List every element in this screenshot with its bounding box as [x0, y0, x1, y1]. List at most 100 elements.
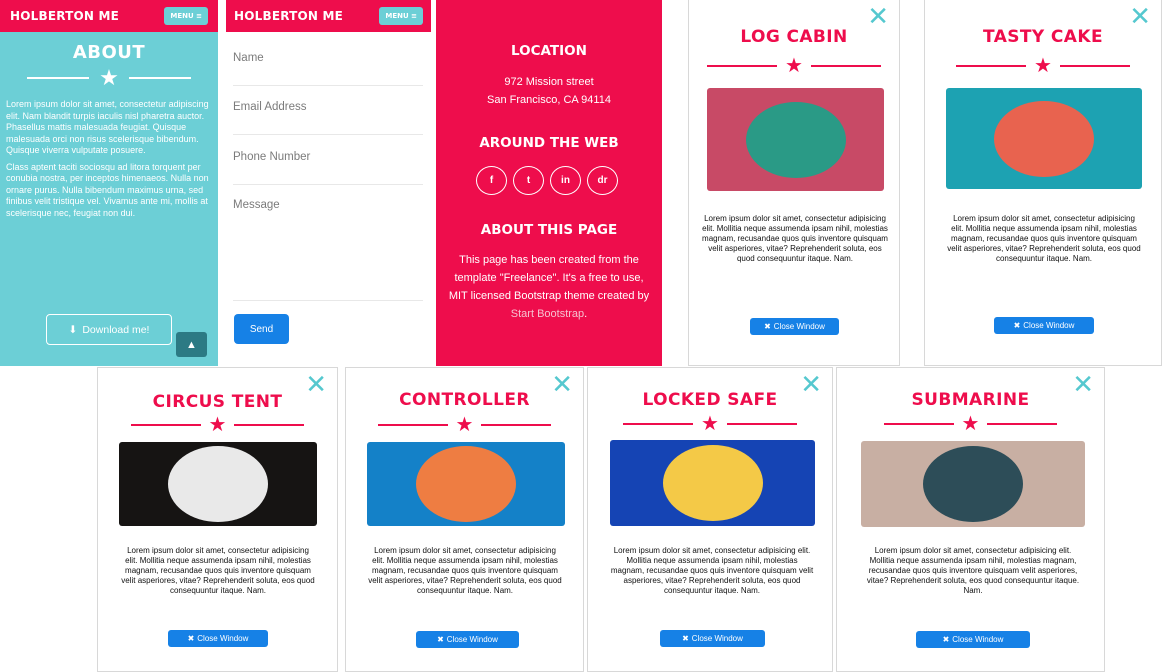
modal-image [861, 441, 1085, 527]
star-divider: ★ [0, 67, 218, 89]
address-line-1: 972 Mission street [504, 76, 594, 88]
facebook-icon[interactable]: f [476, 166, 507, 195]
modal-locked-safe: ✕ LOCKED SAFE ★ Lorem ipsum dolor sit am… [587, 367, 833, 672]
modal-image [946, 88, 1142, 189]
star-icon: ★ [208, 414, 227, 436]
modal-log-cabin: ✕ LOG CABIN ★ Lorem ipsum dolor sit amet… [688, 0, 900, 366]
linkedin-icon[interactable]: in [550, 166, 581, 195]
menu-button[interactable]: MENU ≡ [164, 7, 208, 25]
close-window-button[interactable]: ✖ Close Window [168, 630, 268, 647]
name-field[interactable]: Name [233, 52, 423, 86]
close-window-button[interactable]: ✖ Close Window [750, 318, 839, 335]
cabin-icon [745, 101, 846, 178]
star-divider: ★ [346, 415, 583, 435]
close-icon: ✖ [682, 634, 689, 643]
safe-icon [662, 445, 763, 521]
send-button[interactable]: Send [234, 314, 289, 344]
close-icon: ✖ [1013, 321, 1021, 330]
modal-controller: ✕ CONTROLLER ★ Lorem ipsum dolor sit ame… [345, 367, 584, 672]
star-divider: ★ [588, 414, 832, 434]
social-links: f t in dr [476, 166, 618, 195]
modal-image [367, 442, 565, 526]
brand-link[interactable]: HOLBERTON ME [10, 9, 119, 23]
close-window-label: Close Window [1023, 321, 1075, 330]
star-icon: ★ [99, 65, 119, 90]
close-window-label: Close Window [197, 634, 249, 643]
modal-submarine: ✕ SUBMARINE ★ Lorem ipsum dolor sit amet… [836, 367, 1105, 672]
email-placeholder: Email Address [233, 101, 307, 113]
download-icon: ⬇ [68, 323, 78, 336]
star-icon: ★ [455, 414, 474, 436]
star-divider: ★ [837, 414, 1104, 434]
close-icon: ✖ [187, 634, 195, 643]
divider-line [810, 65, 881, 67]
close-window-button[interactable]: ✖ Close Window [660, 630, 765, 647]
contact-form-panel: HOLBERTON ME MENU ≡ Name Email Address P… [226, 0, 431, 366]
menu-button[interactable]: MENU ≡ [379, 7, 423, 25]
modal-title: TASTY CAKE [983, 27, 1103, 47]
dribbble-icon[interactable]: dr [587, 166, 618, 195]
modal-text: Lorem ipsum dolor sit amet, consectetur … [368, 546, 562, 595]
divider-line [956, 65, 1027, 67]
star-divider: ★ [689, 56, 899, 76]
modal-title: LOCKED SAFE [642, 390, 778, 410]
star-icon: ★ [1034, 55, 1052, 77]
close-icon: ✖ [437, 635, 444, 644]
divider-line [128, 77, 191, 79]
tent-icon [168, 446, 268, 522]
message-placeholder: Message [233, 199, 280, 211]
modal-image [119, 442, 317, 526]
modal-text: Lorem ipsum dolor sit amet, consectetur … [866, 546, 1080, 595]
close-window-button[interactable]: ✖ Close Window [416, 631, 519, 648]
divider-line [707, 65, 778, 67]
message-field[interactable]: Message [233, 199, 423, 301]
divider-line [234, 424, 305, 426]
modal-title: CONTROLLER [399, 390, 530, 410]
web-title: AROUND THE WEB [479, 135, 619, 151]
divider-line [27, 77, 90, 79]
controller-icon [416, 446, 516, 522]
close-window-button[interactable]: ✖ Close Window [916, 631, 1030, 648]
location-title: LOCATION [511, 43, 587, 59]
name-placeholder: Name [233, 52, 264, 64]
about-paragraph: Lorem ipsum dolor sit amet, consectetur … [6, 99, 209, 155]
divider-line [726, 423, 797, 425]
modal-title: SUBMARINE [911, 390, 1030, 410]
chevron-up-icon: ▲ [186, 338, 197, 351]
about-page-text: This page has been created from the temp… [436, 251, 662, 323]
divider-line [481, 424, 552, 426]
close-icon: ✖ [764, 322, 771, 331]
modal-image [610, 440, 815, 526]
star-icon: ★ [701, 413, 719, 435]
close-window-button[interactable]: ✖ Close Window [994, 317, 1094, 334]
modal-tasty-cake: ✕ TASTY CAKE ★ Lorem ipsum dolor sit ame… [924, 0, 1162, 366]
star-divider: ★ [98, 415, 337, 435]
modal-title: LOG CABIN [740, 27, 848, 47]
twitter-icon[interactable]: t [513, 166, 544, 195]
about-panel: HOLBERTON ME MENU ≡ ABOUT ★ Lorem ipsum … [0, 0, 218, 366]
phone-placeholder: Phone Number [233, 151, 311, 163]
modal-circus-tent: ✕ CIRCUS TENT ★ Lorem ipsum dolor sit am… [97, 367, 338, 672]
star-divider: ★ [925, 56, 1161, 76]
submarine-icon [923, 446, 1023, 522]
about-page-end: . [584, 308, 588, 320]
scroll-top-button[interactable]: ▲ [176, 332, 207, 357]
brand-link[interactable]: HOLBERTON ME [234, 9, 343, 23]
footer-panel: LOCATION 972 Mission street San Francisc… [436, 0, 662, 366]
modal-image [707, 88, 884, 191]
divider-line [1059, 65, 1130, 67]
close-window-label: Close Window [446, 635, 498, 644]
email-field[interactable]: Email Address [233, 101, 423, 135]
about-page-title: ABOUT THIS PAGE [480, 222, 618, 238]
star-icon: ★ [961, 413, 980, 435]
about-paragraph: Class aptent taciti sociosqu ad litora t… [6, 161, 209, 218]
download-button[interactable]: ⬇ Download me! [46, 314, 172, 345]
divider-line [883, 423, 954, 425]
start-bootstrap-link[interactable]: Start Bootstrap [511, 308, 584, 320]
close-window-label: Close Window [952, 635, 1004, 644]
download-label: Download me! [82, 323, 150, 336]
phone-field[interactable]: Phone Number [233, 151, 423, 185]
address-line-2: San Francisco, CA 94114 [487, 94, 611, 106]
navbar: HOLBERTON ME MENU ≡ [226, 0, 431, 32]
about-text: Lorem ipsum dolor sit amet, consectetur … [0, 99, 218, 219]
